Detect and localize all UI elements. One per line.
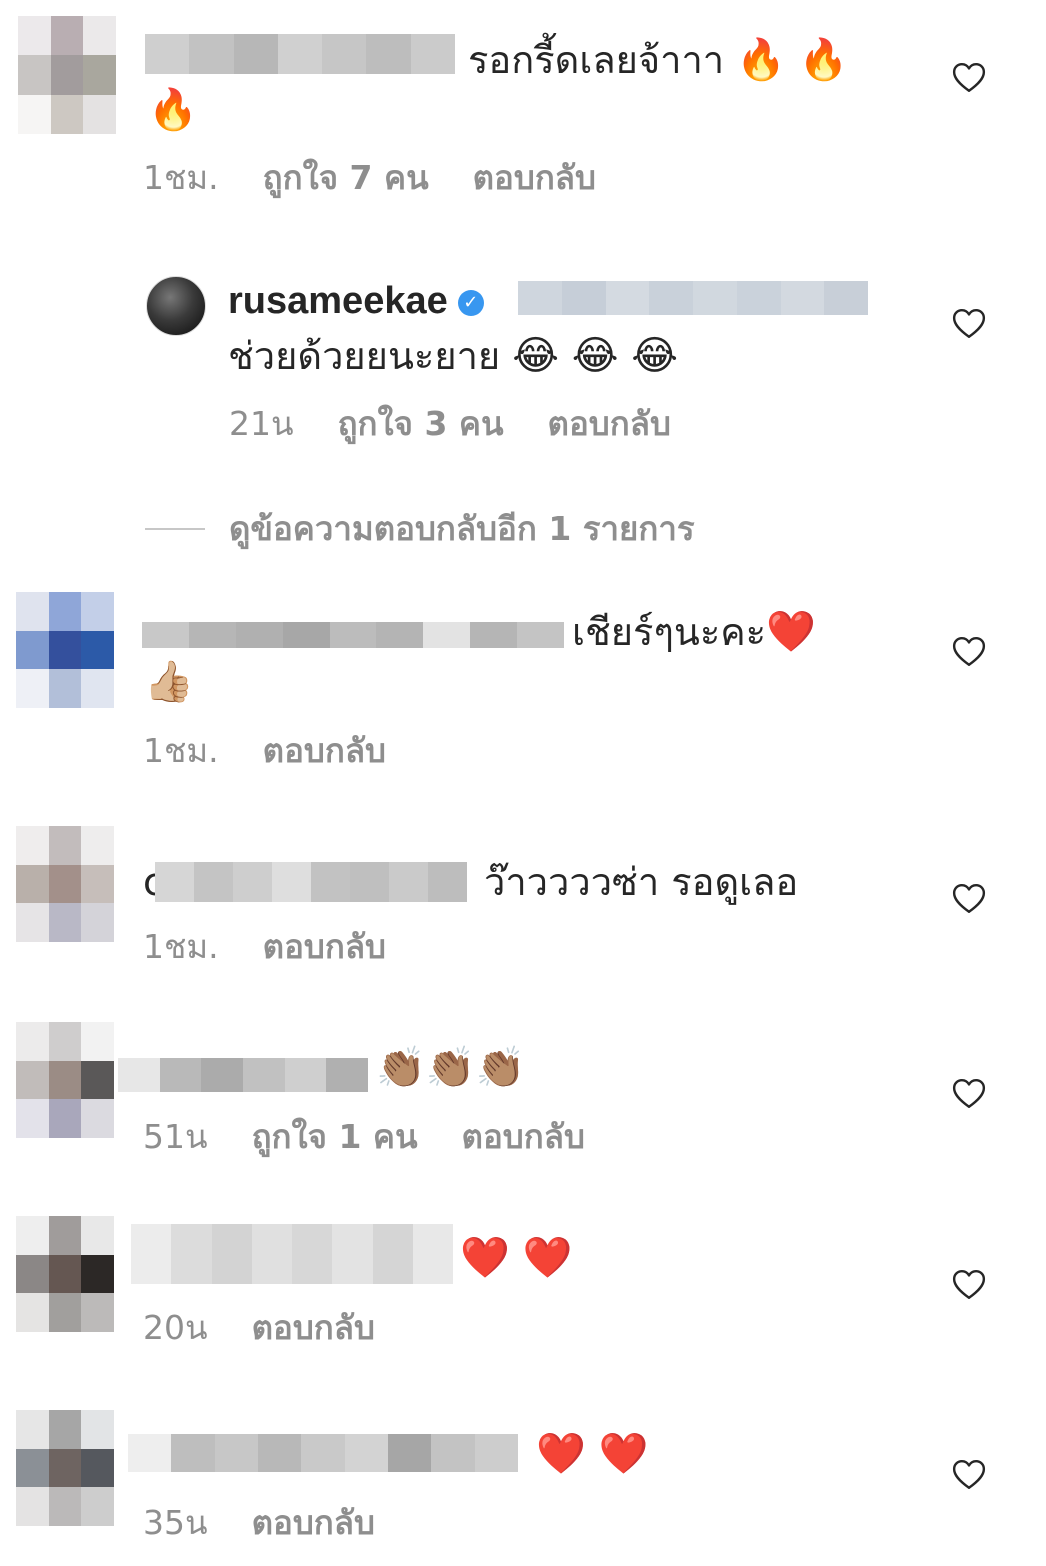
heart-outline-icon[interactable] bbox=[952, 1268, 986, 1302]
thumbs-up-emoji: 👍🏼 bbox=[144, 659, 194, 705]
view-more-replies-label: ดูข้อความตอบกลับอีก 1 รายการ bbox=[229, 509, 695, 548]
avatar[interactable] bbox=[16, 592, 114, 708]
laughing-emoji: 😂 😂 😂 bbox=[512, 333, 678, 379]
like-count[interactable]: ถูกใจ 1 คน bbox=[252, 1117, 418, 1157]
timestamp: 51น bbox=[143, 1117, 208, 1156]
avatar[interactable] bbox=[16, 1216, 114, 1332]
like-count[interactable]: ถูกใจ 7 คน bbox=[263, 158, 429, 198]
reply-button[interactable]: ตอบกลับ bbox=[252, 1308, 375, 1348]
reply-button[interactable]: ตอบกลับ bbox=[548, 404, 671, 444]
username[interactable]: rusameekae bbox=[228, 280, 448, 322]
heart-outline-icon[interactable] bbox=[952, 307, 986, 341]
timestamp: 35น bbox=[143, 1503, 208, 1542]
reply-button[interactable]: ตอบกลับ bbox=[263, 927, 386, 967]
heart-outline-icon[interactable] bbox=[952, 1077, 986, 1111]
redacted-username bbox=[155, 862, 467, 902]
heart-outline-icon[interactable] bbox=[952, 882, 986, 916]
comment-body: ช่วยด้วยยนะยาย bbox=[228, 334, 501, 378]
comment-meta: 1ชม. ถูกใจ 7 คน ตอบกลับ bbox=[143, 158, 596, 198]
comment-meta: 20น ตอบกลับ bbox=[143, 1308, 375, 1348]
comment-text: เชียร์ๆนะคะ❤️ bbox=[572, 606, 816, 658]
comment-text: รอกรี้ดเลยจ้าาา 🔥 🔥 bbox=[468, 34, 849, 86]
heart-emoji: ❤️ ❤️ bbox=[460, 1235, 573, 1281]
clapping-hands-emoji: 👏🏽👏🏽👏🏽 bbox=[376, 1045, 526, 1091]
comment-body: รอกรี้ดเลยจ้าาา bbox=[468, 38, 725, 82]
timestamp: 1ชม. bbox=[143, 731, 219, 770]
avatar[interactable] bbox=[18, 16, 116, 134]
reply-button[interactable]: ตอบกลับ bbox=[473, 158, 596, 198]
divider bbox=[145, 527, 205, 530]
redacted-username bbox=[128, 1434, 518, 1472]
comment-text: ช่วยด้วยยนะยาย 😂 😂 😂 bbox=[228, 330, 678, 382]
redacted-mention bbox=[518, 281, 868, 315]
redacted-username bbox=[118, 1058, 368, 1092]
comment-meta: 1ชม. ตอบกลับ bbox=[143, 927, 386, 967]
heart-emoji: ❤️ ❤️ bbox=[536, 1431, 649, 1477]
avatar[interactable] bbox=[146, 276, 206, 336]
comment-meta: 21น ถูกใจ 3 คน ตอบกลับ bbox=[229, 404, 671, 444]
redacted-username bbox=[142, 622, 564, 648]
heart-outline-icon[interactable] bbox=[952, 635, 986, 669]
comment-body: เชียร์ๆนะคะ bbox=[572, 610, 767, 654]
comment-header: rusameekae ✓ bbox=[228, 274, 490, 327]
avatar[interactable] bbox=[16, 1022, 114, 1138]
heart-emoji: ❤️ bbox=[766, 609, 816, 655]
avatar[interactable] bbox=[16, 1410, 114, 1526]
heart-outline-icon[interactable] bbox=[952, 1458, 986, 1492]
redacted-username bbox=[145, 34, 455, 74]
heart-outline-icon[interactable] bbox=[952, 61, 986, 95]
reply-button[interactable]: ตอบกลับ bbox=[462, 1117, 585, 1157]
reply-button[interactable]: ตอบกลับ bbox=[263, 731, 386, 771]
comment-meta: 35น ตอบกลับ bbox=[143, 1503, 375, 1543]
timestamp: 21น bbox=[229, 404, 294, 443]
avatar[interactable] bbox=[16, 826, 114, 942]
like-count[interactable]: ถูกใจ 3 คน bbox=[338, 404, 504, 444]
timestamp: 20น bbox=[143, 1308, 208, 1347]
fire-emoji: 🔥 bbox=[148, 87, 198, 133]
comment-text: ว๊าววววซ่า รอดูเลอ bbox=[484, 860, 799, 904]
view-more-replies-button[interactable]: ดูข้อความตอบกลับอีก 1 รายการ bbox=[145, 502, 695, 555]
timestamp: 1ชม. bbox=[143, 927, 219, 966]
verified-badge-icon: ✓ bbox=[457, 289, 484, 316]
redacted-username bbox=[131, 1224, 453, 1284]
comment-meta: 1ชม. ตอบกลับ bbox=[143, 731, 386, 771]
comment-meta: 51น ถูกใจ 1 คน ตอบกลับ bbox=[143, 1117, 585, 1157]
fire-emoji: 🔥 🔥 bbox=[736, 37, 849, 83]
timestamp: 1ชม. bbox=[143, 158, 219, 197]
reply-button[interactable]: ตอบกลับ bbox=[252, 1503, 375, 1543]
